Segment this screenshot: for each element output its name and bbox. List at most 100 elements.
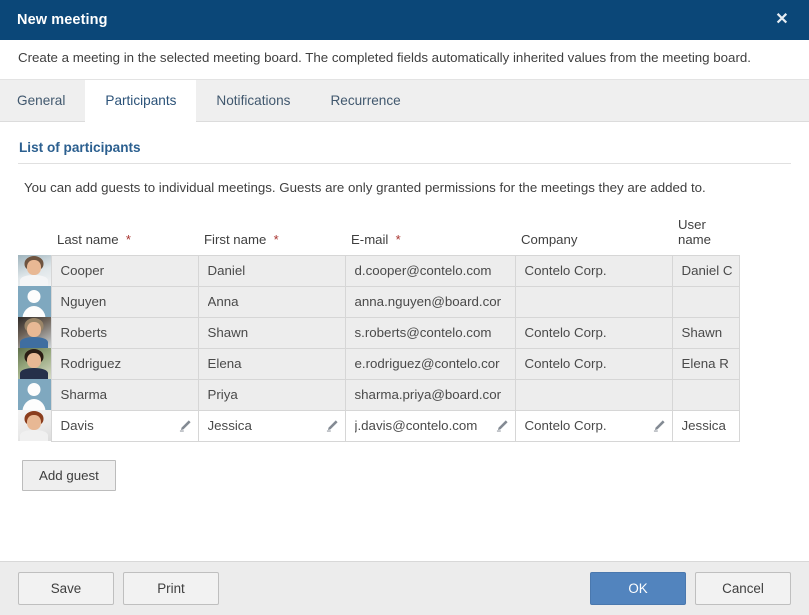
- cell-text: Cooper: [60, 263, 105, 279]
- ok-button[interactable]: OK: [590, 572, 686, 605]
- cell-text: Roberts: [60, 325, 108, 341]
- section-heading: List of participants: [19, 139, 141, 155]
- cell-email[interactable]: j.davis@contelo.com: [344, 409, 516, 442]
- cell-company[interactable]: Contelo Corp.: [514, 254, 673, 287]
- cell-text: Daniel: [207, 263, 246, 279]
- column-header-user-name: User name: [672, 217, 739, 256]
- cell-email[interactable]: e.rodriguez@contelo.cor: [344, 347, 516, 380]
- intro-bar: Create a meeting in the selected meeting…: [0, 40, 809, 80]
- cell-text: Shawn: [681, 325, 723, 341]
- cell-last-name[interactable]: Nguyen: [50, 285, 199, 318]
- cell-first-name[interactable]: Elena: [197, 347, 346, 380]
- save-button[interactable]: Save: [18, 572, 114, 605]
- avatar: [18, 379, 51, 411]
- table-row[interactable]: Davis Jessica j.davis@contelo.com Contel…: [18, 409, 740, 442]
- avatar: [18, 286, 51, 318]
- cell-first-name[interactable]: Daniel: [197, 254, 346, 287]
- cell-last-name[interactable]: Davis: [50, 409, 199, 442]
- pencil-icon[interactable]: [325, 419, 339, 433]
- cell-user-name[interactable]: Daniel C: [671, 254, 740, 287]
- cell-email[interactable]: s.roberts@contelo.com: [344, 316, 516, 349]
- tab-recurrence[interactable]: Recurrence: [310, 80, 420, 121]
- table-row[interactable]: Sharma Priya sharma.priya@board.cor: [18, 378, 740, 411]
- pencil-icon[interactable]: [652, 419, 666, 433]
- required-marker: *: [122, 231, 131, 247]
- print-button[interactable]: Print: [123, 572, 219, 605]
- close-icon[interactable]: ✕: [769, 7, 795, 33]
- table-row[interactable]: Roberts Shawn s.roberts@contelo.com Cont…: [18, 316, 740, 349]
- cell-user-name[interactable]: [671, 285, 740, 318]
- table-row[interactable]: Cooper Daniel d.cooper@contelo.com Conte…: [18, 254, 740, 287]
- cell-text: Davis: [60, 418, 94, 434]
- cell-user-name[interactable]: Shawn: [671, 316, 740, 349]
- column-header-last-name-label: Last name: [57, 231, 119, 247]
- cell-text: s.roberts@contelo.com: [354, 325, 492, 341]
- cell-user-name[interactable]: Jessica: [671, 409, 740, 442]
- cell-email[interactable]: sharma.priya@board.cor: [344, 378, 516, 411]
- required-marker: *: [269, 231, 279, 247]
- avatar: [18, 410, 51, 442]
- dialog-titlebar: New meeting ✕: [0, 0, 809, 40]
- column-header-last-name: Last name *: [51, 217, 198, 256]
- avatar: [18, 255, 51, 287]
- tab-participants[interactable]: Participants: [85, 79, 197, 122]
- add-guest-button[interactable]: Add guest: [22, 459, 116, 491]
- table-row[interactable]: Rodriguez Elena e.rodriguez@contelo.cor …: [18, 347, 740, 380]
- table-header-row: Last name * First name * E-mail * Compan…: [18, 217, 739, 256]
- avatar-photo-female-2: [18, 410, 51, 442]
- column-header-first-name: First name *: [198, 217, 345, 256]
- cell-text: Priya: [207, 387, 238, 403]
- cell-text: j.davis@contelo.com: [354, 418, 478, 434]
- cell-text: Shawn: [207, 325, 249, 341]
- column-header-user-name-label: User name: [678, 216, 711, 247]
- cell-first-name[interactable]: Anna: [197, 285, 346, 318]
- cell-text: Sharma: [60, 387, 108, 403]
- column-header-avatar: [18, 217, 51, 256]
- cell-email[interactable]: anna.nguyen@board.cor: [344, 285, 516, 318]
- tab-general[interactable]: General: [0, 80, 85, 121]
- required-marker: *: [392, 231, 401, 247]
- cell-text: Nguyen: [60, 294, 107, 310]
- cell-last-name[interactable]: Roberts: [50, 316, 199, 349]
- footer-left-buttons: Save Print: [18, 572, 219, 605]
- cell-text: Jessica: [681, 418, 726, 434]
- dialog-title: New meeting: [17, 12, 108, 28]
- section-help-text: You can add guests to individual meeting…: [24, 179, 706, 195]
- cell-text: Elena: [207, 356, 242, 372]
- footer-right-buttons: OK Cancel: [590, 572, 791, 605]
- cell-last-name[interactable]: Rodriguez: [50, 347, 199, 380]
- column-header-email-label: E-mail: [351, 231, 389, 247]
- cell-company[interactable]: Contelo Corp.: [514, 316, 673, 349]
- tab-strip: General Participants Notifications Recur…: [0, 79, 809, 122]
- column-header-company-label: Company: [521, 231, 578, 247]
- cell-first-name[interactable]: Shawn: [197, 316, 346, 349]
- cell-text: sharma.priya@board.cor: [354, 387, 502, 403]
- cell-email[interactable]: d.cooper@contelo.com: [344, 254, 516, 287]
- cell-company[interactable]: [514, 378, 673, 411]
- cell-user-name[interactable]: [671, 378, 740, 411]
- tab-notifications[interactable]: Notifications: [196, 80, 310, 121]
- pencil-icon[interactable]: [178, 419, 192, 433]
- cell-text: Contelo Corp.: [524, 356, 607, 372]
- intro-text: Create a meeting in the selected meeting…: [18, 50, 751, 65]
- cell-company[interactable]: Contelo Corp.: [514, 347, 673, 380]
- avatar-photo-male-1: [18, 255, 51, 287]
- cell-first-name[interactable]: Jessica: [197, 409, 346, 442]
- cell-text: Contelo Corp.: [524, 418, 607, 434]
- cell-last-name[interactable]: Cooper: [50, 254, 199, 287]
- cell-company[interactable]: [514, 285, 673, 318]
- table-row[interactable]: Nguyen Anna anna.nguyen@board.cor: [18, 285, 740, 318]
- avatar-generic-person-icon: [18, 286, 51, 318]
- avatar: [18, 317, 51, 349]
- pencil-icon[interactable]: [495, 419, 509, 433]
- avatar: [18, 348, 51, 380]
- participants-table: Last name * First name * E-mail * Compan…: [18, 217, 740, 442]
- cell-user-name[interactable]: Elena R: [671, 347, 740, 380]
- cancel-button[interactable]: Cancel: [695, 572, 791, 605]
- participants-table-body: Cooper Daniel d.cooper@contelo.com Conte…: [18, 254, 740, 442]
- cell-text: Anna: [207, 294, 239, 310]
- cell-last-name[interactable]: Sharma: [50, 378, 199, 411]
- cell-company[interactable]: Contelo Corp.: [514, 409, 673, 442]
- cell-first-name[interactable]: Priya: [197, 378, 346, 411]
- cell-text: anna.nguyen@board.cor: [354, 294, 502, 310]
